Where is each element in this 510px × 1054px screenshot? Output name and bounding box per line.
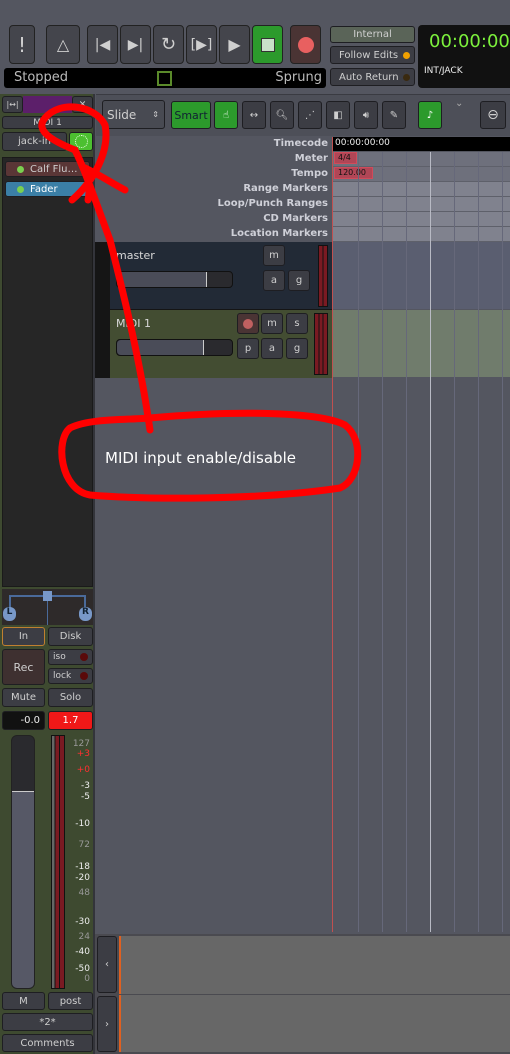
annotation-overlay: MIDI input enable/disable [38,103,362,502]
annotation-text: MIDI input enable/disable [105,449,296,467]
annotation-arrow [38,103,362,502]
